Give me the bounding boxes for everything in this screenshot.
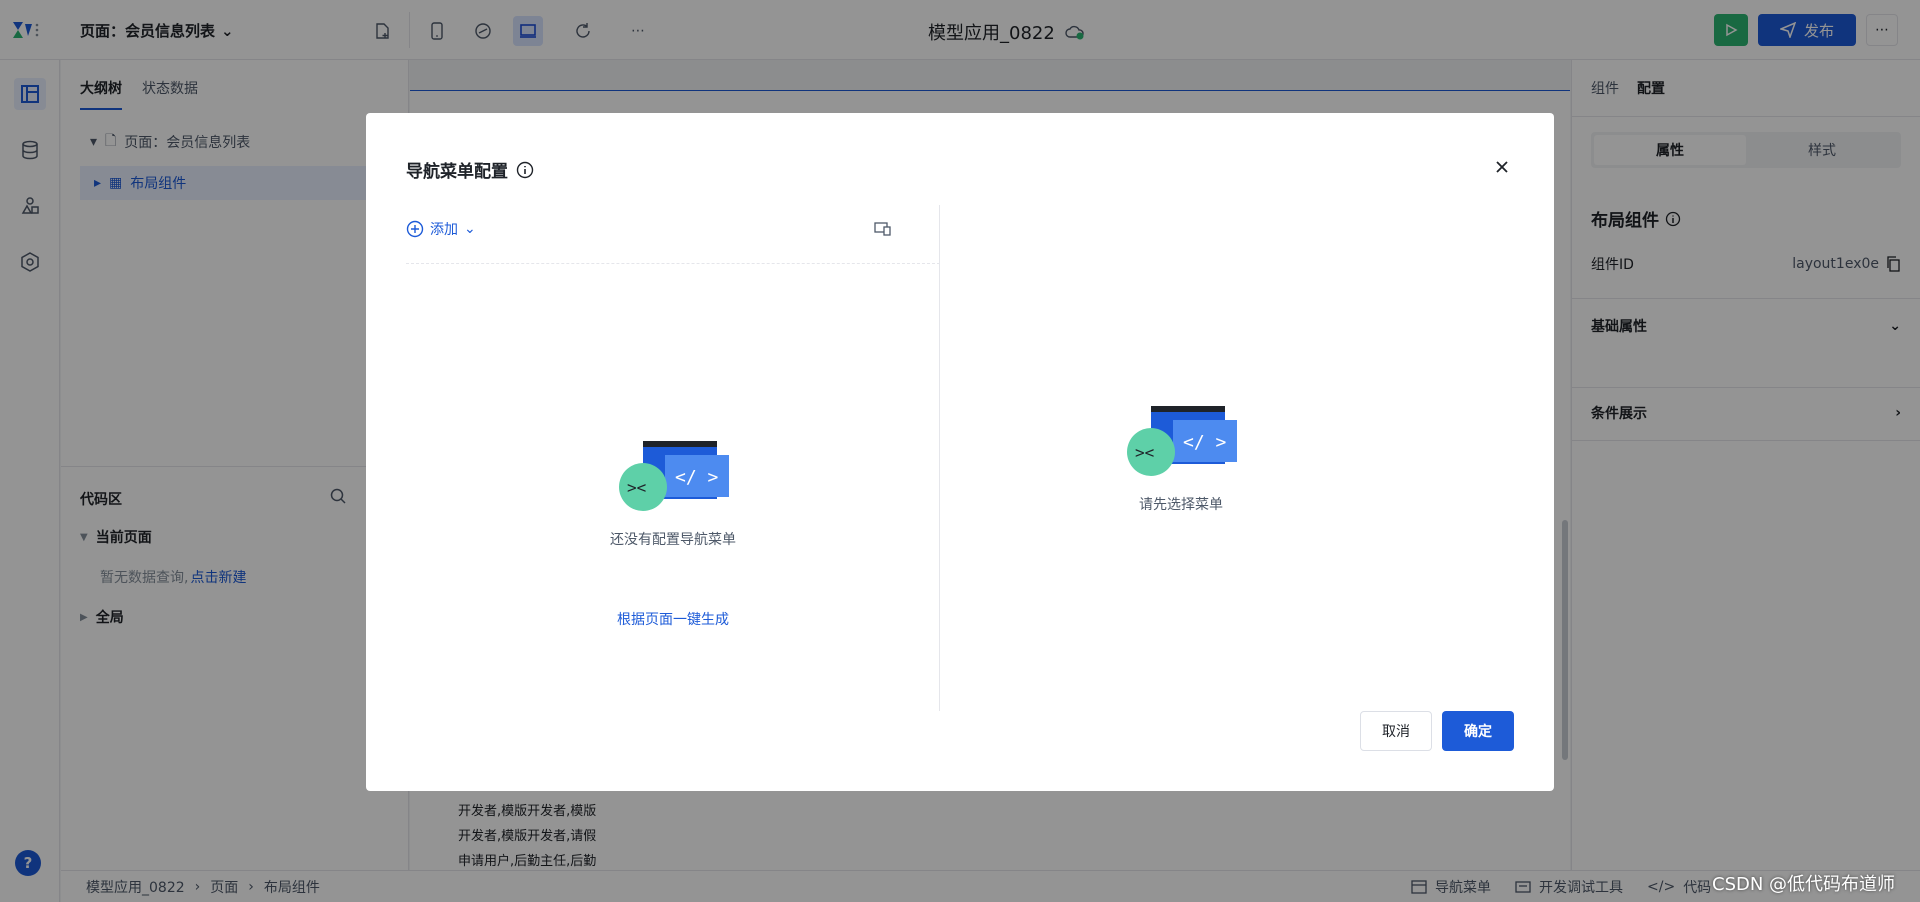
dialog-title: 导航菜单配置	[406, 157, 534, 182]
dashed-divider	[406, 263, 940, 264]
close-icon[interactable]	[1490, 155, 1514, 179]
empty-left-text: 还没有配置导航菜单	[610, 532, 736, 548]
empty-illustration-icon: </ > ><	[619, 441, 729, 511]
add-menu-label: 添加	[430, 222, 458, 238]
svg-text:><: ><	[627, 478, 646, 497]
svg-text:><: ><	[1135, 443, 1154, 462]
plus-circle-icon	[406, 220, 424, 238]
add-menu-button[interactable]: 添加 ⌄	[406, 219, 476, 239]
svg-text:</ >: </ >	[675, 467, 719, 488]
empty-right-text: 请先选择菜单	[1139, 497, 1223, 513]
confirm-button[interactable]: 确定	[1442, 711, 1514, 751]
cancel-button[interactable]: 取消	[1360, 711, 1432, 751]
empty-state-right: </ > >< 请先选择菜单	[1086, 400, 1276, 514]
empty-illustration-icon: </ > ><	[1127, 406, 1237, 476]
chevron-down-icon: ⌄	[464, 221, 476, 237]
dialog-title-text: 导航菜单配置	[406, 162, 508, 182]
watermark-text: CSDN @低代码布道师	[1712, 874, 1896, 895]
svg-text:</ >: </ >	[1183, 432, 1227, 453]
multi-device-icon[interactable]	[874, 221, 892, 237]
auto-generate-link[interactable]: 根据页面一键生成	[406, 609, 940, 629]
info-icon[interactable]	[516, 161, 534, 179]
menu-tree-pane: 添加 ⌄ </ > >< 还没有配置导航菜单 根据页面一键生成	[406, 205, 940, 711]
empty-state-left: </ > >< 还没有配置导航菜单	[578, 435, 768, 549]
app-root: 页面：会员信息列表 ⌄ ⋯ 模型应用_0822 发布 ⋯ ? 大纲树 状态数据 …	[0, 0, 1920, 902]
nav-menu-config-dialog: 导航菜单配置 添加 ⌄ </ > >< 还没有配置导航菜单 根据页面一键生成 <…	[366, 113, 1554, 791]
